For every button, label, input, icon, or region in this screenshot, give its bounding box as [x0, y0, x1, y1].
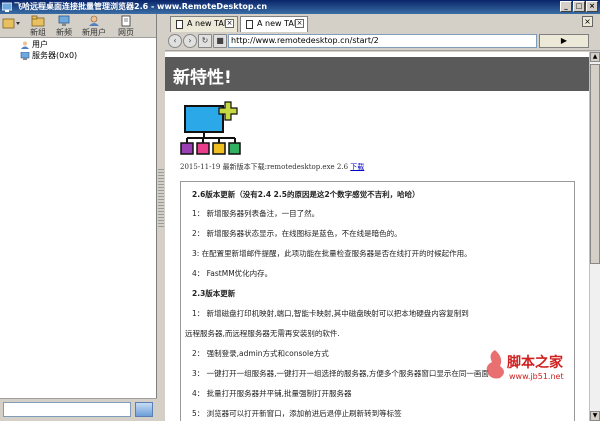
download-line: 2015-11-19 最新版本下载:remotedesktop.exe 2.6 … [180, 162, 364, 172]
download-text: 2015-11-19 最新版本下载:remotedesktop.exe 2.6 [180, 163, 349, 171]
watermark: 脚本之家 www.jb51.net [430, 346, 580, 404]
new-user-label: 新用户 [82, 28, 106, 37]
note-line: 4： 批量打开服务器并平铺,批量强制打开服务器 [192, 389, 352, 398]
page-icon [176, 20, 183, 29]
close-window-button[interactable]: × [586, 1, 598, 12]
note-line: 2： 强制登录,admin方式和console方式 [192, 349, 329, 358]
server-icon [20, 52, 30, 60]
webpage-icon [121, 15, 131, 27]
page-banner: 新特性! [165, 57, 589, 91]
minimize-button[interactable]: _ [560, 1, 572, 12]
tab-label: A new TAB [257, 19, 300, 28]
new-group-button[interactable]: 新组 [26, 15, 50, 38]
watermark-logo-icon [486, 350, 504, 379]
tab-close-button[interactable]: × [225, 19, 234, 28]
window-title: 飞哈远程桌面连接批量管理浏览器2.6 - www.RemoteDesktop.c… [14, 2, 268, 11]
maximize-button[interactable]: □ [573, 1, 585, 12]
splitter-grip[interactable] [158, 169, 164, 229]
dropdown-menu-icon[interactable] [2, 18, 22, 30]
watermark-brand: 脚本之家 [507, 355, 563, 371]
note-line: 4： FastMM优化内存。 [192, 269, 273, 278]
new-group-icon [31, 15, 45, 27]
left-search-bar [0, 398, 157, 421]
search-button[interactable] [135, 402, 153, 417]
address-input[interactable]: http://www.remotedesktop.cn/start/2 [228, 34, 537, 48]
title-bar: 飞哈远程桌面连接批量管理浏览器2.6 - www.RemoteDesktop.c… [0, 0, 600, 14]
download-link[interactable]: 下载 [350, 163, 364, 171]
new-channel-icon [58, 15, 70, 26]
close-all-tabs-button[interactable]: × [582, 16, 593, 27]
webpage-label: 网页 [118, 28, 134, 37]
tab-1[interactable]: A new TAB × [170, 16, 238, 32]
note-line: 远程服务器,而远程服务器无需再安装别的软件. [185, 329, 340, 338]
page-icon [246, 20, 253, 29]
user-icon [21, 41, 29, 49]
watermark-url: www.jb51.net [509, 372, 564, 381]
tree-item-users[interactable]: 用户 [0, 39, 156, 50]
left-panel: 新组 新频 新用户 网页 用户 服务器(0x0) [0, 14, 157, 421]
webpage-button[interactable]: 网页 [114, 15, 138, 38]
note-line: 3: 在配置里新增邮件提醒，此项功能在批量检查服务器是否在线打开的时候起作用。 [192, 249, 472, 258]
scroll-thumb[interactable] [590, 64, 600, 264]
forward-button[interactable]: › [183, 34, 197, 48]
go-button[interactable]: ▶ [539, 34, 589, 48]
network-logo-icon [180, 101, 241, 155]
new-user-icon [89, 15, 99, 26]
scroll-up-arrow[interactable]: ▲ [590, 52, 600, 62]
tab-2[interactable]: A new TAB × [240, 16, 308, 32]
panel-splitter[interactable] [157, 14, 165, 421]
left-toolbar: 新组 新频 新用户 网页 [0, 14, 156, 38]
new-channel-label: 新频 [56, 28, 72, 37]
tab-label: A new TAB [187, 19, 230, 28]
back-button[interactable]: ‹ [168, 34, 182, 48]
note-line: 2： 新增服务器状态显示，在线图标是蓝色，不在线是暗色的。 [192, 229, 402, 238]
refresh-button[interactable]: ↻ [198, 34, 212, 48]
scroll-down-arrow[interactable]: ▼ [590, 411, 600, 421]
tab-bar: A new TAB × A new TAB × [165, 14, 600, 32]
tree-item-servers[interactable]: 服务器(0x0) [0, 50, 156, 61]
vertical-scrollbar[interactable]: ▲ ▼ [589, 52, 600, 421]
note-line: 1： 新增服务器列表备注，一目了然。 [192, 209, 320, 218]
new-group-label: 新组 [30, 28, 46, 37]
tab-close-button[interactable]: × [295, 19, 304, 28]
stop-button[interactable]: ■ [213, 34, 227, 48]
tree-item-label: 服务器(0x0) [32, 51, 78, 60]
note-line: 2.3版本更新 [192, 289, 236, 298]
note-line: 5： 浏览器可以打开新窗口，添加前进后退停止刷新转到等标签 [192, 409, 402, 418]
note-line: 1： 新增磁盘打印机映射,端口,智能卡映射,其中磁盘映射可以把本地硬盘内容复制到 [192, 309, 469, 318]
app-icon [2, 2, 12, 12]
server-tree: 用户 服务器(0x0) [0, 39, 156, 61]
nav-bar: ‹ › ↻ ■ http://www.remotedesktop.cn/star… [165, 32, 600, 51]
page-title: 新特性! [173, 68, 232, 88]
search-input[interactable] [3, 402, 131, 417]
tree-item-label: 用户 [32, 40, 48, 49]
new-channel-button[interactable]: 新频 [52, 15, 76, 38]
new-user-button[interactable]: 新用户 [82, 15, 106, 38]
note-line: 2.6版本更新（没有2.4 2.5的原因是这2个数字感觉不吉利，哈哈） [192, 190, 420, 199]
